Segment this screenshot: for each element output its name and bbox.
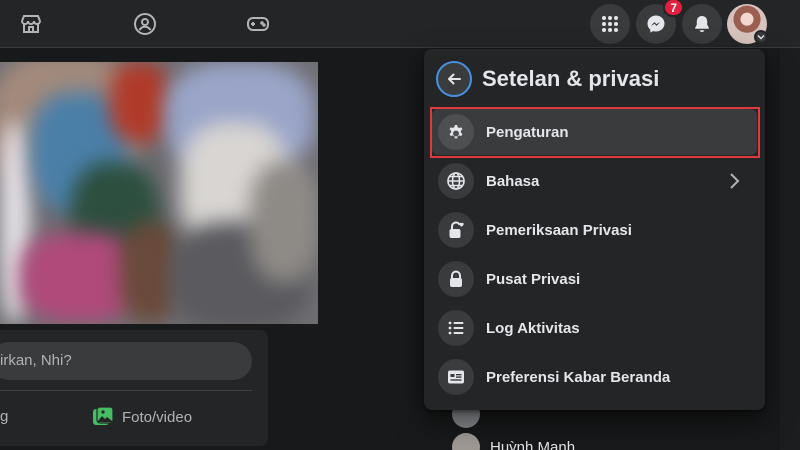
gear-icon (438, 114, 474, 150)
composer-input[interactable]: irkan, Nhi? (0, 342, 252, 380)
settings-privacy-menu: Setelan & privasi Pengaturan Bahasa Peme… (424, 49, 765, 410)
photo-video-label: Foto/video (122, 408, 193, 426)
menu-item-label: Pusat Privasi (486, 270, 581, 288)
menu-grid-button[interactable] (590, 4, 630, 44)
menu-grid-icon (602, 16, 618, 32)
menu-title: Setelan & privasi (482, 66, 660, 91)
menu-item-pengaturan[interactable]: Pengaturan (432, 109, 757, 155)
menu-item-label: Bahasa (486, 172, 540, 190)
menu-item-label: Preferensi Kabar Beranda (486, 368, 671, 386)
menu-item-pusat-privasi[interactable]: Pusat Privasi (432, 256, 757, 302)
messenger-badge: 7 (663, 0, 684, 17)
contact-avatar (452, 433, 480, 450)
messenger-button[interactable]: 7 (636, 0, 684, 44)
groups-icon[interactable] (129, 8, 161, 40)
contact-name: Huỳnh Mạnh (490, 438, 576, 450)
feed-icon (438, 359, 474, 395)
facebook-page: 7 irkan, Nhi? g Foto/video Huỳnh Mạnh Se… (0, 0, 800, 450)
photo-video-button[interactable]: Foto/video (92, 406, 192, 428)
marketplace-icon[interactable] (15, 8, 47, 40)
blurred-story-image (0, 62, 318, 324)
globe-icon (438, 163, 474, 199)
menu-item-log-aktivitas[interactable]: Log Aktivitas (432, 305, 757, 351)
list-icon (438, 310, 474, 346)
composer-divider (0, 390, 252, 391)
menu-item-bahasa[interactable]: Bahasa (432, 158, 757, 204)
top-navigation-bar: 7 (0, 0, 800, 48)
notifications-button[interactable] (682, 4, 722, 44)
lock-heart-icon (438, 212, 474, 248)
notifications-icon (695, 16, 709, 32)
back-button[interactable] (436, 61, 472, 97)
contact-item[interactable]: Huỳnh Mạnh (452, 433, 575, 450)
menu-header: Setelan & privasi (436, 61, 659, 97)
menu-item-preferensi-kabar-beranda[interactable]: Preferensi Kabar Beranda (432, 354, 757, 400)
account-chevron-down-icon[interactable] (754, 30, 768, 44)
menu-item-label: Pemeriksaan Privasi (486, 221, 632, 239)
menu-item-pemeriksaan-privasi[interactable]: Pemeriksaan Privasi (432, 207, 757, 253)
photo-icon (93, 406, 114, 425)
messenger-icon (647, 15, 665, 33)
lock-icon (438, 261, 474, 297)
post-composer: irkan, Nhi? g Foto/video (0, 330, 268, 446)
menu-item-label: Log Aktivitas (486, 319, 580, 337)
right-scroll-area (780, 48, 800, 450)
gaming-icon[interactable] (242, 8, 274, 40)
composer-action-partial[interactable]: g (0, 408, 8, 425)
chevron-right-icon (730, 173, 740, 189)
menu-item-label: Pengaturan (486, 123, 569, 141)
arrow-left-icon (448, 73, 461, 85)
